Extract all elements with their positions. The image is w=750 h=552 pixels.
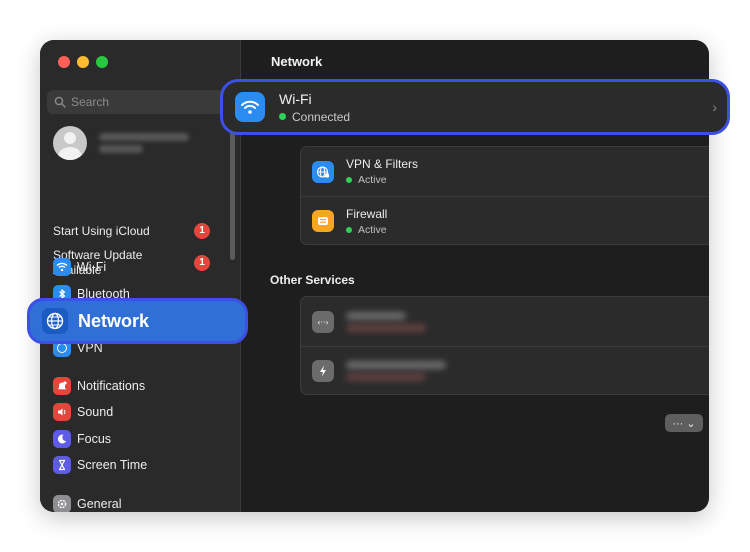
page-title: Network — [271, 54, 323, 69]
sidebar-item-label: Network — [78, 310, 150, 331]
wifi-row[interactable]: Wi-Fi Connected › — [220, 79, 730, 135]
chevron-right-icon: › — [712, 99, 717, 115]
sidebar-item-network[interactable]: Network — [27, 298, 248, 344]
ethernet-icon: ‹··› — [312, 310, 334, 333]
avatar — [53, 126, 87, 160]
wifi-status-wrap: Connected — [279, 110, 350, 124]
bell-icon — [53, 377, 71, 395]
sidebar-item-screen-time[interactable]: Screen Time — [53, 455, 147, 475]
account-row[interactable] — [53, 126, 189, 160]
redacted-service-text — [346, 308, 426, 336]
sidebar-item-sound[interactable]: Sound — [53, 402, 113, 422]
globe-icon — [42, 308, 68, 334]
sidebar-scrollbar[interactable] — [230, 130, 235, 260]
other-service-row[interactable]: ‹··› › — [301, 297, 709, 346]
gear-icon — [53, 495, 71, 512]
start-icloud-item[interactable]: Start Using iCloud — [53, 224, 150, 239]
sidebar: Start Using iCloud 1 Software Update Ava… — [40, 40, 241, 512]
speaker-icon — [53, 403, 71, 421]
wifi-status: Connected — [292, 109, 351, 124]
globe-lock-icon — [312, 160, 334, 183]
status-dot — [346, 226, 352, 233]
other-service-row[interactable]: › — [301, 346, 709, 395]
status-dot — [346, 177, 352, 183]
wifi-icon — [235, 92, 265, 122]
window-controls — [58, 56, 108, 68]
sidebar-item-wifi[interactable]: Wi-Fi — [53, 257, 106, 277]
service-status-wrap: Active — [346, 224, 387, 236]
service-row-firewall[interactable]: Firewall Active › — [301, 196, 709, 245]
other-services-card: ‹··› › › — [300, 296, 709, 395]
service-name: VPN & Filters — [346, 157, 419, 171]
sidebar-item-label: Sound — [77, 405, 114, 419]
sidebar-item-label: Notifications — [77, 379, 146, 393]
zoom-button[interactable] — [96, 56, 108, 68]
svg-text:‹··›: ‹··› — [317, 318, 328, 327]
hourglass-icon — [53, 456, 71, 474]
sidebar-item-label: Focus — [77, 432, 112, 446]
sidebar-item-label: Screen Time — [77, 458, 148, 472]
software-update-badge: 1 — [194, 255, 210, 271]
sidebar-item-general[interactable]: General — [53, 494, 121, 512]
minimize-button[interactable] — [77, 56, 89, 68]
search-box[interactable] — [47, 90, 233, 114]
service-status: Active — [358, 174, 387, 186]
service-name: Firewall — [346, 206, 388, 221]
services-card: VPN & Filters Active › Firewall Active › — [300, 146, 709, 245]
sidebar-item-notifications[interactable]: Notifications — [53, 376, 145, 396]
firewall-icon — [312, 210, 334, 232]
other-services-title: Other Services — [270, 273, 355, 287]
wifi-icon — [53, 258, 71, 276]
icloud-badge: 1 — [194, 223, 210, 239]
service-status-wrap: Active — [346, 174, 418, 186]
search-input[interactable] — [71, 95, 221, 109]
moon-icon — [53, 430, 71, 448]
redacted-service-text — [346, 357, 446, 385]
account-name-redacted — [99, 129, 189, 157]
thunderbolt-icon — [312, 360, 334, 382]
sidebar-item-label: General — [77, 497, 122, 511]
sidebar-item-focus[interactable]: Focus — [53, 429, 111, 449]
sidebar-item-label: Wi-Fi — [77, 260, 107, 274]
action-menu-button[interactable]: ··· ⌄ — [665, 414, 703, 432]
service-status: Active — [358, 223, 387, 236]
search-icon — [54, 96, 66, 108]
status-dot — [279, 113, 286, 120]
close-button[interactable] — [58, 56, 70, 68]
service-row-vpn[interactable]: VPN & Filters Active › — [301, 147, 709, 196]
wifi-name: Wi-Fi — [279, 90, 312, 107]
